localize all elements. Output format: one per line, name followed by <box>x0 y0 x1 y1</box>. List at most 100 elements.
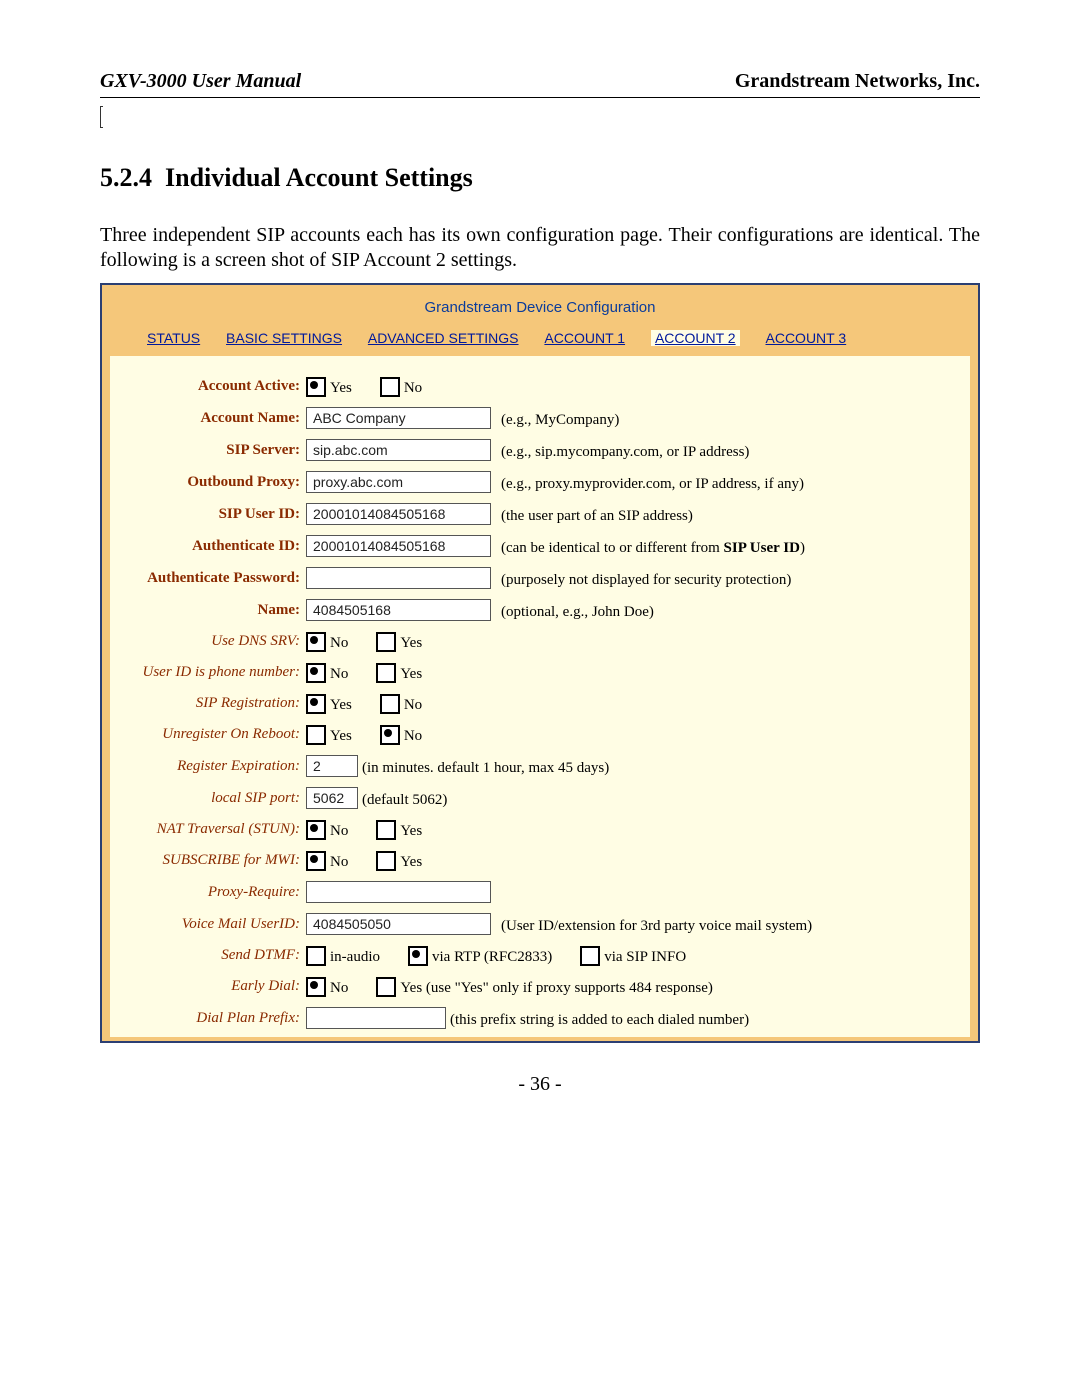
radio-icon[interactable] <box>380 725 400 745</box>
input-vm-uid[interactable] <box>306 913 491 935</box>
lbl-account-active: Account Active: <box>120 378 306 395</box>
tab-account3[interactable]: ACCOUNT 3 <box>766 330 847 346</box>
text-cursor-mark <box>100 106 103 128</box>
lbl-sip-reg: SIP Registration: <box>120 695 306 712</box>
row-sip-server: SIP Server: (e.g., sip.mycompany.com, or… <box>120 439 960 461</box>
radio-icon[interactable] <box>306 725 326 745</box>
row-sip-reg: SIP Registration: Yes No <box>120 693 960 714</box>
radio-icon[interactable] <box>306 851 326 871</box>
hint-auth-id: (can be identical to or different from S… <box>501 540 805 557</box>
tab-account1[interactable]: ACCOUNT 1 <box>544 330 625 346</box>
row-name: Name: (optional, e.g., John Doe) <box>120 599 960 621</box>
lbl-dial-prefix: Dial Plan Prefix: <box>120 1010 306 1027</box>
opt-no: No <box>404 376 422 397</box>
lbl-sub-mwi: SUBSCRIBE for MWI: <box>120 852 306 869</box>
radio-icon[interactable] <box>380 694 400 714</box>
input-outbound-proxy[interactable] <box>306 471 491 493</box>
radio-icon[interactable] <box>306 694 326 714</box>
input-auth-pw[interactable] <box>306 567 491 589</box>
lbl-sip-server: SIP Server: <box>120 442 306 459</box>
radio-icon[interactable] <box>380 377 400 397</box>
lbl-auth-pw: Authenticate Password: <box>120 570 306 587</box>
row-dns-srv: Use DNS SRV: No Yes <box>120 631 960 652</box>
page-number: - 36 - <box>100 1073 980 1096</box>
row-reg-exp: Register Expiration: (in minutes. defaul… <box>120 755 960 777</box>
input-proxy-req[interactable] <box>306 881 491 903</box>
section-body: Three independent SIP accounts each has … <box>100 223 980 273</box>
manual-page: GXV-3000 User Manual Grandstream Network… <box>0 0 1080 1397</box>
section-heading: 5.2.4 Individual Account Settings <box>100 163 980 193</box>
row-sip-user-id: SIP User ID: (the user part of an SIP ad… <box>120 503 960 525</box>
hint-sip-server: (e.g., sip.mycompany.com, or IP address) <box>501 444 749 461</box>
row-dial-prefix: Dial Plan Prefix: (this prefix string is… <box>120 1007 960 1029</box>
tab-account2[interactable]: ACCOUNT 2 <box>651 330 740 346</box>
row-unreg-reboot: Unregister On Reboot: Yes No <box>120 724 960 745</box>
radio-icon[interactable] <box>306 377 326 397</box>
row-outbound-proxy: Outbound Proxy: (e.g., proxy.myprovider.… <box>120 471 960 493</box>
hint-dial-prefix: (this prefix string is added to each dia… <box>450 1012 749 1029</box>
tab-row: STATUS BASIC SETTINGS ADVANCED SETTINGS … <box>102 330 978 356</box>
row-account-name: Account Name: (e.g., MyCompany) <box>120 407 960 429</box>
checkbox-icon[interactable] <box>306 946 326 966</box>
lbl-nat: NAT Traversal (STUN): <box>120 821 306 838</box>
checkbox-icon[interactable] <box>580 946 600 966</box>
hint-outbound-proxy: (e.g., proxy.myprovider.com, or IP addre… <box>501 476 804 493</box>
lbl-outbound-proxy: Outbound Proxy: <box>120 474 306 491</box>
checkbox-icon[interactable] <box>408 946 428 966</box>
row-account-active: Account Active: Yes No <box>120 376 960 397</box>
row-sub-mwi: SUBSCRIBE for MWI: No Yes <box>120 850 960 871</box>
header-right: Grandstream Networks, Inc. <box>735 70 980 93</box>
input-sip-server[interactable] <box>306 439 491 461</box>
lbl-unreg-reboot: Unregister On Reboot: <box>120 726 306 743</box>
tab-advanced[interactable]: ADVANCED SETTINGS <box>368 330 519 346</box>
radio-icon[interactable] <box>306 632 326 652</box>
lbl-vm-uid: Voice Mail UserID: <box>120 916 306 933</box>
screenshot-title: Grandstream Device Configuration <box>102 285 978 330</box>
radio-icon[interactable] <box>306 820 326 840</box>
tab-status[interactable]: STATUS <box>147 330 200 346</box>
input-local-sip[interactable] <box>306 787 358 809</box>
lbl-dns-srv: Use DNS SRV: <box>120 633 306 650</box>
lbl-reg-exp: Register Expiration: <box>120 758 306 775</box>
input-sip-user-id[interactable] <box>306 503 491 525</box>
lbl-uid-phone: User ID is phone number: <box>120 664 306 681</box>
radio-icon[interactable] <box>376 977 396 997</box>
row-auth-pw: Authenticate Password: (purposely not di… <box>120 567 960 589</box>
row-early-dial: Early Dial: No Yes (use "Yes" only if pr… <box>120 976 960 997</box>
hint-sip-user-id: (the user part of an SIP address) <box>501 508 693 525</box>
row-proxy-req: Proxy-Require: <box>120 881 960 903</box>
header-rule <box>100 97 980 98</box>
row-vm-uid: Voice Mail UserID: (User ID/extension fo… <box>120 913 960 935</box>
config-screenshot: Grandstream Device Configuration STATUS … <box>100 283 980 1043</box>
header-left: GXV-3000 User Manual <box>100 70 301 93</box>
radio-icon[interactable] <box>306 663 326 683</box>
lbl-account-name: Account Name: <box>120 410 306 427</box>
row-local-sip: local SIP port: (default 5062) <box>120 787 960 809</box>
row-uid-phone: User ID is phone number: No Yes <box>120 662 960 683</box>
row-send-dtmf: Send DTMF: in-audio via RTP (RFC2833) vi… <box>120 945 960 966</box>
hint-vm-uid: (User ID/extension for 3rd party voice m… <box>501 918 812 935</box>
lbl-proxy-req: Proxy-Require: <box>120 884 306 901</box>
input-reg-exp[interactable] <box>306 755 358 777</box>
input-account-name[interactable] <box>306 407 491 429</box>
lbl-early-dial: Early Dial: <box>120 978 306 995</box>
lbl-name: Name: <box>120 602 306 619</box>
hint-local-sip: (default 5062) <box>362 792 447 809</box>
radio-icon[interactable] <box>376 663 396 683</box>
radio-icon[interactable] <box>376 851 396 871</box>
radio-icon[interactable] <box>376 820 396 840</box>
input-name[interactable] <box>306 599 491 621</box>
hint-reg-exp: (in minutes. default 1 hour, max 45 days… <box>362 760 609 777</box>
radio-icon[interactable] <box>376 632 396 652</box>
input-auth-id[interactable] <box>306 535 491 557</box>
lbl-auth-id: Authenticate ID: <box>120 538 306 555</box>
tab-basic[interactable]: BASIC SETTINGS <box>226 330 342 346</box>
hint-auth-pw: (purposely not displayed for security pr… <box>501 572 791 589</box>
section-number: 5.2.4 <box>100 163 152 192</box>
radio-icon[interactable] <box>306 977 326 997</box>
lbl-sip-user-id: SIP User ID: <box>120 506 306 523</box>
page-header: GXV-3000 User Manual Grandstream Network… <box>100 70 980 93</box>
lbl-send-dtmf: Send DTMF: <box>120 947 306 964</box>
row-nat: NAT Traversal (STUN): No Yes <box>120 819 960 840</box>
input-dial-prefix[interactable] <box>306 1007 446 1029</box>
